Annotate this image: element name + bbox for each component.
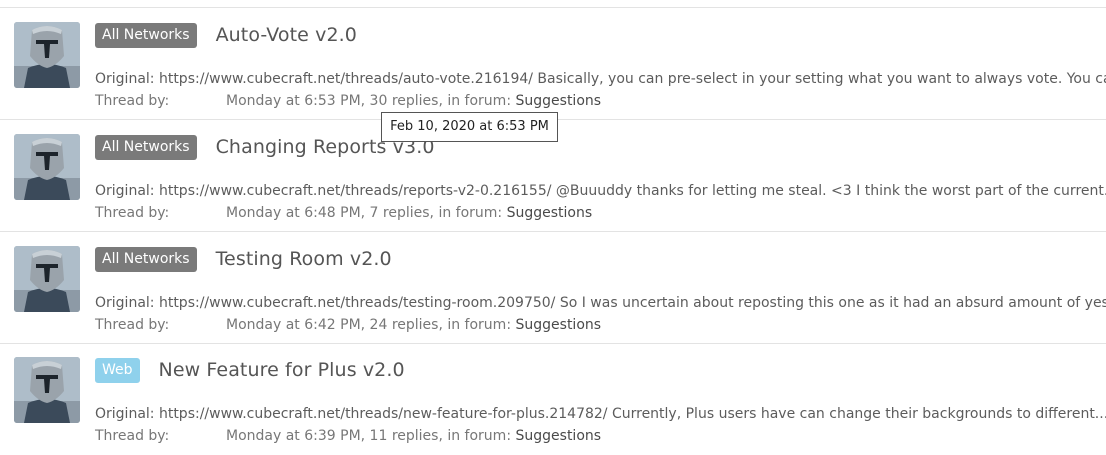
thread-by-label: Thread by:: [95, 93, 170, 109]
thread-snippet[interactable]: Original: https://www.cubecraft.net/thre…: [95, 70, 1106, 88]
thread-row: Web New Feature for Plus v2.0 Original: …: [0, 343, 1106, 455]
mandalorian-avatar-icon: [14, 357, 80, 423]
thread-title[interactable]: Auto-Vote v2.0: [216, 24, 357, 46]
thread-meta: Thread by: Monday at 6:42 PM, 24 replies,…: [95, 316, 601, 334]
avatar[interactable]: [14, 134, 80, 200]
forum-link[interactable]: Suggestions: [516, 317, 602, 333]
avatar[interactable]: [14, 357, 80, 423]
thread-meta: Thread by: Monday at 6:48 PM, 7 replies, …: [95, 204, 592, 222]
thread-by-label: Thread by:: [95, 428, 170, 444]
thread-by-label: Thread by:: [95, 205, 170, 221]
thread-title[interactable]: New Feature for Plus v2.0: [159, 359, 405, 381]
thread-snippet[interactable]: Original: https://www.cubecraft.net/thre…: [95, 294, 1106, 312]
mandalorian-avatar-icon: [14, 134, 80, 200]
date-tooltip: Feb 10, 2020 at 6:53 PM: [381, 112, 558, 142]
avatar[interactable]: [14, 246, 80, 312]
prefix-badge[interactable]: All Networks: [95, 246, 197, 272]
title-line: Web New Feature for Plus v2.0: [95, 357, 405, 383]
thread-row: All Networks Testing Room v2.0 Original:…: [0, 232, 1106, 344]
thread-snippet[interactable]: Original: https://www.cubecraft.net/thre…: [95, 182, 1106, 200]
thread-title[interactable]: Testing Room v2.0: [216, 248, 392, 270]
title-line: All Networks Auto-Vote v2.0: [95, 22, 357, 48]
thread-by-label: Thread by:: [95, 317, 170, 333]
thread-meta: Thread by: Monday at 6:39 PM, 11 replies,…: [95, 427, 601, 445]
title-line: All Networks Testing Room v2.0: [95, 246, 392, 272]
thread-snippet[interactable]: Original: https://www.cubecraft.net/thre…: [95, 405, 1106, 423]
avatar[interactable]: [14, 22, 80, 88]
post-date-info[interactable]: Monday at 6:48 PM, 7 replies, in forum:: [226, 205, 507, 221]
post-date-info[interactable]: Monday at 6:42 PM, 24 replies, in forum:: [226, 317, 516, 333]
prefix-badge[interactable]: All Networks: [95, 22, 197, 48]
thread-row: All Networks Auto-Vote v2.0 Original: ht…: [0, 8, 1106, 120]
forum-link[interactable]: Suggestions: [507, 205, 593, 221]
prefix-badge[interactable]: All Networks: [95, 134, 197, 160]
prefix-badge[interactable]: Web: [95, 357, 140, 383]
mandalorian-avatar-icon: [14, 246, 80, 312]
mandalorian-avatar-icon: [14, 22, 80, 88]
forum-link[interactable]: Suggestions: [516, 93, 602, 109]
thread-meta: Thread by: Monday at 6:53 PM, 30 replies,…: [95, 92, 601, 110]
post-date-info[interactable]: Monday at 6:53 PM, 30 replies, in forum:: [226, 93, 516, 109]
